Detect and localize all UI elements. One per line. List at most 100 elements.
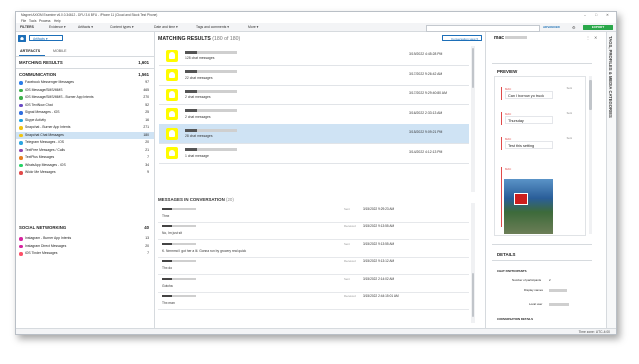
message-direction: Sent xyxy=(344,276,350,281)
home-icon[interactable] xyxy=(18,35,26,42)
conversation-row[interactable]: 2 chat messages 3/17/2022 9:29:40:80 AM xyxy=(159,85,469,105)
sender-name xyxy=(162,277,196,280)
artifact-row[interactable]: Instagram - Burner App Intents 13 xyxy=(16,235,154,243)
more-options-icon[interactable]: ⋮ xyxy=(586,35,590,40)
conversation-view-dropdown[interactable]: Conversation view ▾ xyxy=(442,35,482,41)
artifact-icon xyxy=(19,148,23,152)
divider xyxy=(16,68,154,69)
settings-icon[interactable]: ⚙ xyxy=(572,25,576,30)
conversation-row[interactable]: 1 chat message 3/14/2022 4:12:13 PM xyxy=(159,144,469,164)
bubble-status: Sent xyxy=(566,112,572,115)
artifact-row[interactable]: iOS Message/SMS/MMS 465 xyxy=(16,87,154,95)
menu-process[interactable]: Process xyxy=(39,19,51,23)
matching-results-label[interactable]: MATCHING RESULTS xyxy=(19,60,63,65)
artifact-row[interactable]: iOS Tinder Messages 7 xyxy=(16,250,154,258)
message-date: 3/15/2022 9:13:12 AM xyxy=(363,259,395,263)
artifact-row[interactable]: WhatsApp Messages - iOS 34 xyxy=(16,162,154,170)
search-input[interactable] xyxy=(426,24,540,32)
message-count: 128 chat messages xyxy=(185,56,215,60)
artifact-label: Wickr Me Messages xyxy=(25,170,56,174)
advanced-button[interactable]: ADVANCED xyxy=(543,25,560,29)
snapchat-icon xyxy=(166,88,178,101)
artifact-count: 9 xyxy=(147,170,149,174)
menu-help[interactable]: Help xyxy=(54,19,61,23)
artifact-icon xyxy=(19,133,23,137)
artifact-icon xyxy=(19,252,23,256)
artifact-row[interactable]: iOS TextNow Chat 52 xyxy=(16,102,154,110)
more-filter[interactable]: More ▾ xyxy=(248,25,258,29)
artifacts-dropdown[interactable]: Artifacts ▾ xyxy=(29,35,63,41)
evidence-filter[interactable]: Evidence ▾ xyxy=(49,25,66,29)
message-date: 3/15/2022 2:14:02 AM xyxy=(363,276,395,281)
tags-comments-filter[interactable]: Tags and comments ▾ xyxy=(196,25,229,29)
message-row[interactable]: Received 3/15/2022 9:13:12 AM Thx do xyxy=(158,258,469,275)
bubble-status: Sent xyxy=(566,87,572,90)
snapchat-icon xyxy=(166,69,178,81)
artifact-icon xyxy=(19,88,23,92)
conversation-row[interactable]: 2 chat messages 3/16/2022 2:33:13 AM xyxy=(159,105,469,125)
status-bar: Time zone: UTC-4:00 xyxy=(16,328,616,334)
tab-mobile[interactable]: MOBILE xyxy=(53,49,67,53)
export-button[interactable]: EXPORT xyxy=(583,24,613,30)
details-panel: mac ⋮ ✕ PREVIEW MAC Sent Can I borrow yo t… xyxy=(485,32,606,328)
artifact-row[interactable]: TextPlus Messages 7 xyxy=(16,154,154,162)
artifact-row[interactable]: Facebook Messenger Messages 97 xyxy=(16,79,154,87)
chat-bubble: MAC Sent Thursday xyxy=(501,112,572,125)
artifact-row[interactable]: Telegram Messages - iOS 20 xyxy=(16,139,154,147)
tab-artifacts[interactable]: ARTIFACTS xyxy=(20,49,40,53)
conversation-date: 3/15/2022 9:09:21 PM xyxy=(409,130,443,134)
artifact-row[interactable]: Snapchat Chat Messages 180 xyxy=(16,131,154,139)
artifact-count: 13 xyxy=(145,236,149,240)
participants-count-label: Number of participants xyxy=(512,278,542,282)
artifact-count: 16 xyxy=(145,117,149,122)
artifact-icon xyxy=(19,118,23,122)
artifact-count: 52 xyxy=(145,102,149,107)
minimize-icon[interactable]: – xyxy=(584,13,586,17)
artifact-row[interactable]: iOS Message/SMS/MMS - Burner App Intents… xyxy=(16,94,154,102)
close-panel-icon[interactable]: ✕ xyxy=(594,35,597,40)
communication-label[interactable]: COMMUNICATION xyxy=(19,72,56,77)
artifact-label: Snapchat Chat Messages xyxy=(25,132,64,137)
message-row[interactable]: Sent 3/15/2022 9:29:23 AM Thnx xyxy=(158,205,469,223)
message-row[interactable]: Received 3/15/2022 2:44:15:01 AM Thx man xyxy=(158,293,469,310)
message-row[interactable]: Received 3/15/2022 9:13:55 AM No, Im just … xyxy=(158,223,469,240)
artifact-row[interactable]: Wickr Me Messages 9 xyxy=(16,169,154,177)
menu-file[interactable]: File xyxy=(21,19,26,23)
participants-count: 2 xyxy=(549,278,551,282)
artifact-row[interactable]: Instagram Direct Messages 20 xyxy=(16,243,154,251)
date-time-filter[interactable]: Date and time ▾ xyxy=(154,25,178,29)
maximize-icon[interactable]: □ xyxy=(595,13,597,17)
message-row[interactable]: Sent 3/15/2022 2:14:02 AM Gotcha xyxy=(158,275,469,293)
artifact-count: 25 xyxy=(145,110,149,114)
message-count: 2 chat messages xyxy=(185,95,211,99)
chat-bubble: MAC Sent Test this setting xyxy=(501,137,572,150)
content-types-filter[interactable]: Content types ▾ xyxy=(110,25,134,29)
conversation-row[interactable]: 22 chat messages 3/17/2022 9:26:42 AM xyxy=(159,66,469,86)
conversation-row[interactable]: 128 chat messages 3/19/2022 4:45:28 PM xyxy=(159,46,469,66)
artifact-icon xyxy=(19,244,23,248)
conversation-row[interactable]: 28 chat messages 3/15/2022 9:09:21 PM xyxy=(159,124,469,144)
artifact-row[interactable]: Signal Messages - iOS 25 xyxy=(16,109,154,117)
participant-names xyxy=(185,70,237,73)
message-row[interactable]: Sent 3/15/2022 9:13:55 AM K. Nmmmd I got h… xyxy=(158,240,469,258)
social-networking-label[interactable]: SOCIAL NETWORKING xyxy=(19,225,66,230)
artifacts-filter[interactable]: Artifacts ▾ xyxy=(78,25,93,29)
sender-name xyxy=(162,225,196,228)
results-scrollbar[interactable] xyxy=(471,46,475,192)
artifact-row[interactable]: Skype Activity 16 xyxy=(16,117,154,125)
artifact-row[interactable]: Snapchat - Burner App Intents 271 xyxy=(16,124,154,132)
tags-profiles-tab[interactable]: TAGS, PROFILES & MEDIA CATEGORIES xyxy=(606,32,616,328)
attached-photo[interactable] xyxy=(504,179,553,234)
messages-scrollbar[interactable] xyxy=(471,203,475,323)
artifact-row[interactable]: TextFree Messages / Calls 21 xyxy=(16,147,154,155)
artifact-icon xyxy=(19,103,23,107)
menu-tools[interactable]: Tools xyxy=(29,19,36,23)
preview-scrollbar[interactable] xyxy=(589,76,592,234)
local-user-value xyxy=(549,302,569,306)
message-count: 28 chat messages xyxy=(185,134,213,138)
message-text: Thx do xyxy=(162,266,173,270)
conversation-date: 3/17/2022 9:26:42 AM xyxy=(409,71,443,76)
preview-label: PREVIEW xyxy=(497,69,518,74)
close-icon[interactable]: ✕ xyxy=(606,13,609,17)
artifact-count: 34 xyxy=(145,162,149,167)
